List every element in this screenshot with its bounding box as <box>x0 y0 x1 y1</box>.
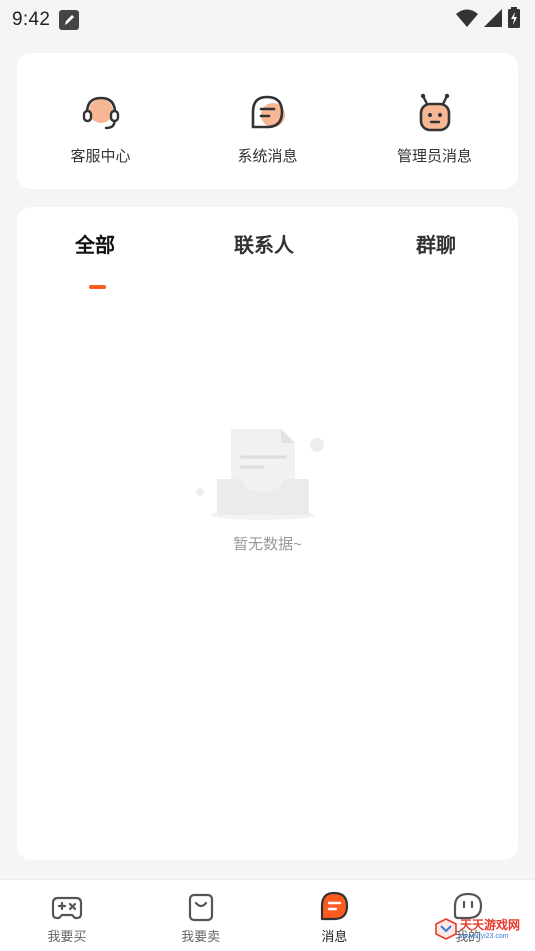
quick-actions-card: 客服中心 系统消息 管理员消息 <box>17 53 518 189</box>
battery-charging-icon <box>507 6 521 34</box>
watermark-text: 天天游戏网 www.ttyi23.com <box>460 919 520 940</box>
tab-group-chat[interactable]: 群聊 <box>416 229 456 258</box>
watermark-main-text: 天天游戏网 <box>460 917 521 932</box>
wifi-icon <box>455 8 479 33</box>
robot-icon <box>419 93 450 132</box>
note-icon <box>58 9 80 31</box>
chat-bubble-icon <box>251 95 285 129</box>
status-bar: 9:42 <box>0 0 535 40</box>
nav-label-sell: 我要卖 <box>181 929 221 944</box>
nav-item-buy[interactable]: 我要买 <box>0 880 134 951</box>
watermark-logo-icon <box>435 918 457 940</box>
system-message-button[interactable]: 系统消息 <box>184 53 351 189</box>
message-tabs: 全部 联系人 群聊 <box>17 229 518 289</box>
message-icon <box>321 891 349 921</box>
tab-contacts[interactable]: 联系人 <box>234 229 294 258</box>
nav-label-messages: 消息 <box>321 929 348 944</box>
messages-card: 全部 联系人 群聊 暂无数据~ <box>17 207 518 860</box>
status-right <box>455 6 521 34</box>
active-tab-indicator <box>89 285 106 289</box>
tab-all[interactable]: 全部 <box>75 229 115 258</box>
empty-document-icon <box>195 429 324 520</box>
gamepad-icon <box>51 896 82 920</box>
customer-service-button[interactable]: 客服中心 <box>17 53 184 189</box>
quick-label-admin-message: 管理员消息 <box>396 148 472 165</box>
empty-state: 暂无数据~ <box>17 427 518 554</box>
bag-icon <box>188 893 213 922</box>
status-time: 9:42 <box>12 9 51 30</box>
headset-icon <box>82 96 119 130</box>
quick-label-system-message: 系统消息 <box>237 148 298 165</box>
signal-icon <box>483 8 503 33</box>
nav-item-sell[interactable]: 我要卖 <box>134 880 268 951</box>
admin-message-button[interactable]: 管理员消息 <box>351 53 518 189</box>
status-left: 9:42 <box>12 9 80 31</box>
nav-label-buy: 我要买 <box>47 929 87 944</box>
nav-item-messages[interactable]: 消息 <box>268 880 402 951</box>
quick-label-customer-service: 客服中心 <box>70 148 131 165</box>
watermark-sub-text: www.ttyi23.com <box>460 932 509 940</box>
watermark: 天天游戏网 www.ttyi23.com <box>435 915 530 943</box>
empty-state-text: 暂无数据~ <box>233 536 302 553</box>
